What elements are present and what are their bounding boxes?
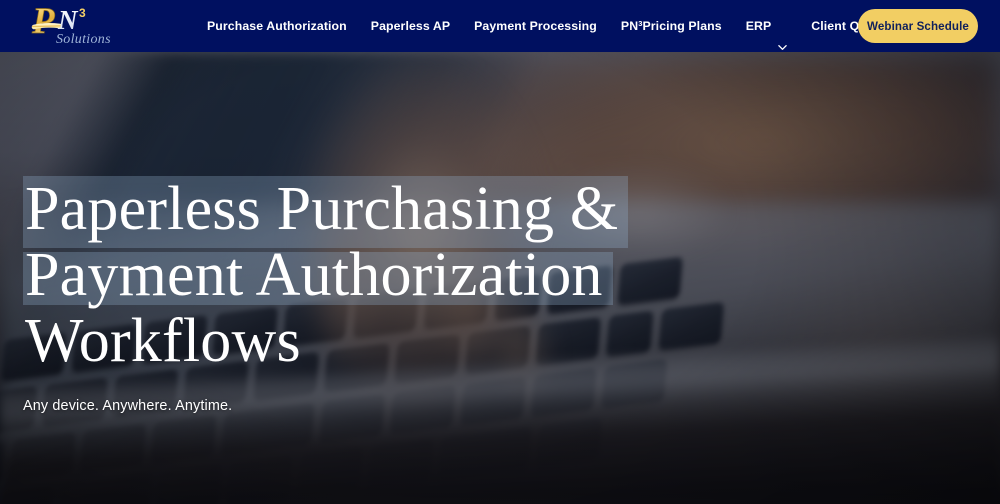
nav-label: Payment Processing	[474, 19, 597, 33]
nav-label: PN	[620, 19, 639, 33]
nav-erp[interactable]: ERP	[734, 0, 800, 52]
nav-label: Purchase Authorization	[207, 19, 347, 33]
nav-purchase-authorization[interactable]: Purchase Authorization	[195, 0, 359, 52]
hero-headline-line-3: Workflows	[25, 307, 301, 375]
chevron-down-icon[interactable]	[778, 22, 788, 50]
logo-tagline: Solutions	[56, 32, 111, 47]
hero-headline-line-1: Paperless Purchasing &	[23, 175, 629, 248]
svg-text:P: P	[31, 1, 55, 42]
hero-subheadline: Any device. Anywhere. Anytime.	[23, 398, 233, 414]
logo-svg: P N 3 Solutions	[31, 1, 111, 47]
hero-section: Paperless Purchasing & Payment Authoriza…	[0, 52, 1000, 504]
hero-copy: Paperless Purchasing & Payment Authoriza…	[23, 175, 643, 414]
logo-letter-n: N	[57, 5, 79, 35]
nav-paperless-ap[interactable]: Paperless AP	[359, 0, 462, 52]
site-header: P N 3 Solutions Purchase Authorization P…	[0, 0, 1000, 52]
hero-headline: Paperless Purchasing & Payment Authoriza…	[23, 175, 643, 376]
nav-label: Paperless AP	[370, 19, 451, 33]
hero-headline-line-2: Payment Authorization	[23, 241, 613, 309]
logo-superscript-3: 3	[79, 6, 86, 20]
nav-payment-processing[interactable]: Payment Processing	[462, 0, 609, 52]
page-root: P N 3 Solutions Purchase Authorization P…	[0, 0, 1000, 504]
pn3-solutions-logo[interactable]: P N 3 Solutions	[30, 0, 135, 52]
nav-label-tail: Pricing Plans	[642, 19, 722, 33]
webinar-schedule-button[interactable]: Webinar Schedule	[858, 9, 978, 43]
nav-label: ERP	[745, 19, 772, 33]
nav-pn3-pricing-plans[interactable]: PN 3 Pricing Plans	[609, 0, 734, 52]
